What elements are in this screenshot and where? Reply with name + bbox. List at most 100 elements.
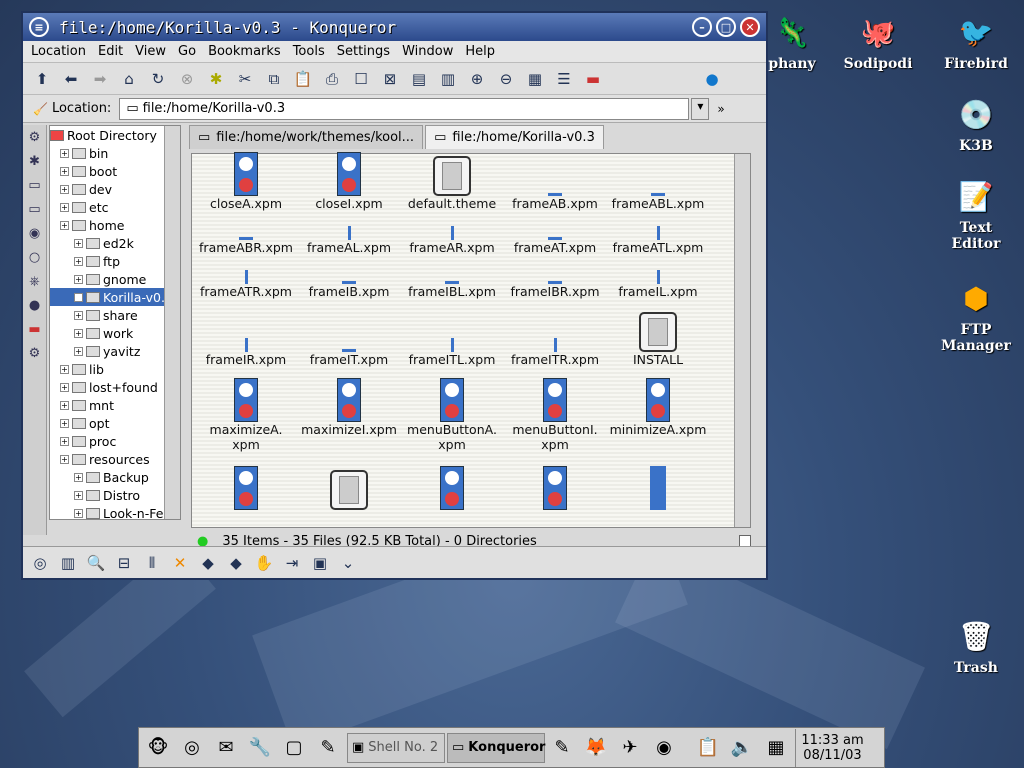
file-item[interactable] (297, 470, 401, 510)
paste-icon[interactable]: 📋 (292, 68, 314, 90)
file-item[interactable]: frameATR.xpm (194, 244, 298, 299)
menu-bookmarks[interactable]: Bookmarks (208, 44, 281, 59)
expand-icon[interactable]: + (74, 472, 83, 482)
title-bar[interactable]: ≡ file:/home/Korilla-v0.3 - Konqueror – … (23, 13, 766, 41)
home-icon[interactable]: ⌂ (118, 68, 140, 90)
services-icon[interactable]: ⎈ (23, 269, 46, 293)
window-menu-icon[interactable]: ≡ (29, 17, 49, 37)
menu-view[interactable]: View (135, 44, 166, 59)
file-item[interactable]: menuButtonA. xpm (400, 378, 504, 452)
file-item[interactable] (503, 466, 607, 510)
expand-icon[interactable]: + (60, 454, 69, 464)
detail-view-icon[interactable]: ☰ (553, 68, 575, 90)
expand-icon[interactable]: + (74, 346, 83, 356)
file-item[interactable]: minimizeA.xpm (606, 378, 710, 437)
split-horizontal-icon[interactable]: ⊟ (113, 552, 135, 574)
media-icon[interactable]: ◉ (23, 221, 46, 245)
tab-themes[interactable]: ▭ file:/home/work/themes/kool... (189, 125, 424, 149)
tree-item[interactable]: + ed2k (50, 234, 180, 252)
tree-item[interactable]: + resources (50, 450, 180, 468)
menu-tools[interactable]: Tools (293, 44, 325, 59)
settings-icon[interactable]: ⚙ (23, 341, 46, 365)
calendar-icon[interactable]: ▦ (761, 733, 791, 763)
expand-icon[interactable]: + (60, 220, 69, 230)
file-item[interactable]: menuButtonI. xpm (503, 378, 607, 452)
kmenu-icon[interactable]: 🐵 (143, 733, 173, 763)
tree-item[interactable]: + lost+found (50, 378, 180, 396)
file-item[interactable]: frameIB.xpm (297, 244, 401, 299)
desktop-icon-ftp-manager[interactable]: ⬢ FTP Manager (936, 276, 1016, 355)
reload-icon[interactable]: ↻ (147, 68, 169, 90)
menu-settings[interactable]: Settings (337, 44, 390, 59)
file-item[interactable]: frameITL.xpm (400, 312, 504, 367)
stop-icon[interactable]: ⊗ (176, 68, 198, 90)
close-view-icon[interactable]: ✕ (169, 552, 191, 574)
icon-view-icon[interactable]: ▦ (524, 68, 546, 90)
tree-item[interactable]: + proc (50, 432, 180, 450)
tree-item[interactable]: + mnt (50, 396, 180, 414)
expand-icon[interactable]: + (60, 436, 69, 446)
file-item[interactable]: frameIBL.xpm (400, 244, 504, 299)
file-item[interactable] (400, 466, 504, 510)
tree-item[interactable]: + opt (50, 414, 180, 432)
clear-location-icon[interactable]: 🧹 (33, 102, 48, 116)
terminal-icon[interactable]: ▢ (279, 733, 309, 763)
expand-icon[interactable]: + (74, 508, 83, 518)
new-file-icon[interactable]: ☐ (350, 68, 372, 90)
konqueror-icon[interactable]: ◎ (177, 733, 207, 763)
tree-item[interactable]: + etc (50, 198, 180, 216)
gimp-icon[interactable]: 🦊 (581, 733, 611, 763)
clipboard-icon[interactable]: 📋 (693, 733, 723, 763)
menu-edit[interactable]: Edit (98, 44, 123, 59)
bookmark-icon[interactable]: ✱ (205, 68, 227, 90)
back-icon[interactable]: ⬅ (60, 68, 82, 90)
editor-icon[interactable]: ✎ (313, 733, 343, 763)
file-item[interactable]: frameIT.xpm (297, 312, 401, 367)
expand-icon[interactable]: + (74, 310, 83, 320)
forward-icon[interactable]: ➡ (89, 68, 111, 90)
mail-icon[interactable]: ✉ (211, 733, 241, 763)
expand-icon[interactable]: + (60, 184, 69, 194)
file-item[interactable] (194, 466, 298, 510)
expand-icon[interactable]: + (60, 418, 69, 428)
cube-icon-2[interactable]: ◆ (225, 552, 247, 574)
tools-icon[interactable]: 🔧 (245, 733, 275, 763)
expand-icon[interactable]: + (60, 166, 69, 176)
tree-item[interactable]: + yavitz (50, 342, 180, 360)
drag-icon[interactable]: ✋ (253, 552, 275, 574)
zoom-out-icon[interactable]: ⊖ (495, 68, 517, 90)
network-icon[interactable]: ○ (23, 245, 46, 269)
print-icon[interactable]: ⎙ (321, 68, 343, 90)
expand-icon[interactable]: + (60, 382, 69, 392)
toolbar-extension-icon[interactable]: » (717, 102, 724, 116)
tree-item[interactable]: + lib (50, 360, 180, 378)
menu-go[interactable]: Go (178, 44, 196, 59)
home-folder-icon[interactable]: ▭ (23, 197, 46, 221)
tree-item[interactable]: + work (50, 324, 180, 342)
file-item[interactable]: frameIBR.xpm (503, 244, 607, 299)
tab-korilla[interactable]: ▭ file:/home/Korilla-v0.3 (425, 125, 604, 149)
file-item[interactable]: frameIL.xpm (606, 244, 710, 299)
tree-scrollbar[interactable] (164, 126, 180, 519)
tree-root[interactable]: Root Directory (50, 126, 180, 144)
split-vertical-icon[interactable]: ⫴ (141, 552, 163, 574)
expand-icon[interactable]: + (60, 400, 69, 410)
tree-item[interactable]: + Backup (50, 468, 180, 486)
location-dropdown-icon[interactable]: ▾ (691, 97, 710, 120)
tree-item[interactable]: + ftp (50, 252, 180, 270)
expand-icon[interactable]: + (74, 490, 83, 500)
menu-window[interactable]: Window (402, 44, 453, 59)
filter-icon[interactable]: ⌄ (337, 552, 359, 574)
desktop-icon-k3b[interactable]: 💿 K3B (936, 92, 1016, 155)
clock[interactable]: 11:33 am 08/11/03 (795, 728, 869, 767)
konqueror-globe-icon[interactable]: ● (701, 68, 723, 90)
expand-icon[interactable]: + (74, 238, 83, 248)
desktop-icon-trash[interactable]: 🗑 Trash (936, 614, 1016, 677)
view-icon[interactable]: ▤ (408, 68, 430, 90)
console-icon[interactable]: ▣ (309, 552, 331, 574)
bookmarks-icon[interactable]: ✱ (23, 149, 46, 173)
history-icon[interactable]: ▭ (23, 173, 46, 197)
file-item[interactable]: INSTALL (606, 312, 710, 367)
close-icon[interactable]: ✕ (740, 17, 760, 37)
desktop-icon-text-editor[interactable]: 📝 Text Editor (936, 174, 1016, 253)
